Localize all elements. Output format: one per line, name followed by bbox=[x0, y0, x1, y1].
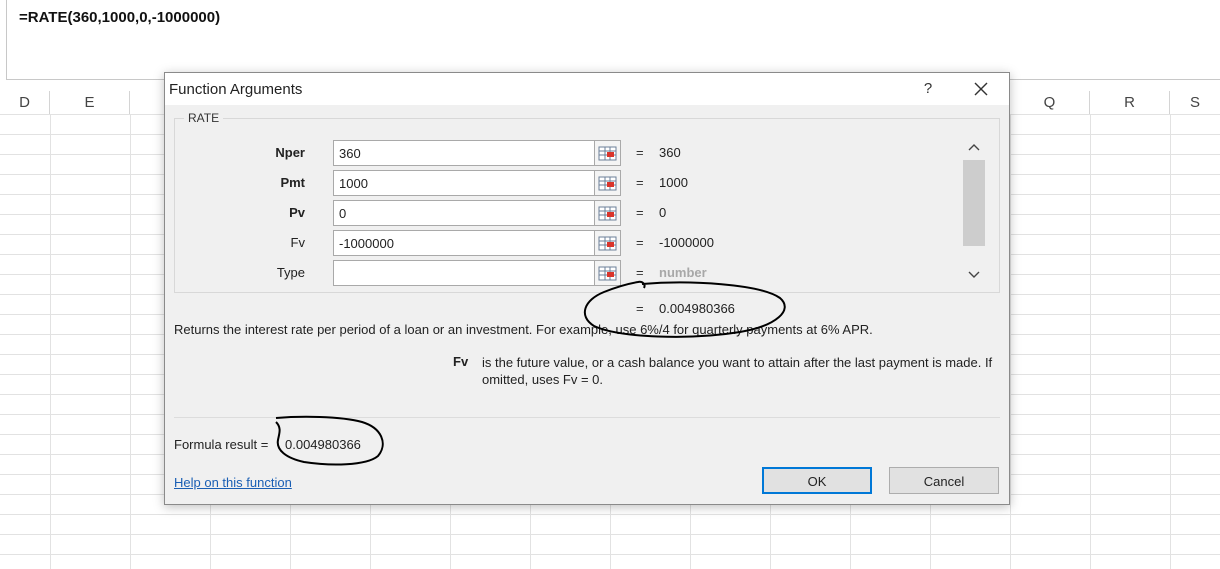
ok-button[interactable]: OK bbox=[762, 467, 872, 494]
equals-sign: = bbox=[636, 145, 644, 160]
argument-value: 360 bbox=[659, 145, 681, 160]
formula-text: =RATE(360,1000,0,-1000000) bbox=[19, 9, 221, 26]
nper-input[interactable] bbox=[333, 140, 595, 166]
range-selector-button[interactable] bbox=[595, 260, 621, 286]
column-header-q[interactable]: Q bbox=[1010, 91, 1090, 114]
grid-line bbox=[1090, 114, 1091, 569]
range-selector-icon bbox=[598, 206, 617, 221]
arguments-scrollbar[interactable] bbox=[961, 139, 987, 284]
close-icon bbox=[974, 82, 988, 96]
range-selector-icon bbox=[598, 146, 617, 161]
function-name-label: RATE bbox=[184, 111, 224, 125]
scroll-up-button[interactable] bbox=[961, 139, 987, 157]
grid-line bbox=[1170, 114, 1171, 569]
argument-label: Fv bbox=[290, 235, 305, 250]
formula-result-label: Formula result = bbox=[174, 437, 269, 452]
range-selector-button[interactable] bbox=[595, 230, 621, 256]
fv-input[interactable] bbox=[333, 230, 595, 256]
formula-bar[interactable]: =RATE(360,1000,0,-1000000) bbox=[6, 0, 1220, 80]
argument-help-name: Fv bbox=[453, 354, 469, 369]
argument-row-pmt: Pmt = 1000 bbox=[175, 170, 955, 196]
cancel-button[interactable]: Cancel bbox=[889, 467, 999, 494]
dialog-titlebar[interactable]: Function Arguments ? bbox=[165, 73, 1009, 105]
function-result-equals: = bbox=[636, 301, 644, 316]
chevron-up-icon bbox=[968, 144, 980, 151]
column-header-d[interactable]: D bbox=[0, 91, 50, 114]
range-selector-icon bbox=[598, 176, 617, 191]
argument-value: -1000000 bbox=[659, 235, 714, 250]
scroll-down-button[interactable] bbox=[961, 265, 987, 283]
argument-value: 0 bbox=[659, 205, 667, 220]
close-button[interactable] bbox=[969, 78, 993, 100]
help-button[interactable]: ? bbox=[917, 79, 939, 99]
grid-line bbox=[1010, 114, 1011, 569]
equals-sign: = bbox=[636, 175, 644, 190]
scroll-thumb[interactable] bbox=[963, 160, 985, 246]
equals-sign: = bbox=[636, 265, 644, 280]
pv-input[interactable] bbox=[333, 200, 595, 226]
argument-label: Type bbox=[276, 265, 305, 280]
function-description: Returns the interest rate per period of … bbox=[174, 322, 873, 337]
column-header-e[interactable]: E bbox=[50, 91, 130, 114]
formula-result-value: 0.004980366 bbox=[285, 437, 361, 452]
argument-value: number bbox=[659, 265, 707, 280]
divider bbox=[174, 417, 1000, 418]
range-selector-button[interactable] bbox=[595, 200, 621, 226]
arguments-group: RATE Nper = 360 Pmt bbox=[174, 111, 1000, 293]
column-header-r[interactable]: R bbox=[1090, 91, 1170, 114]
grid-line bbox=[50, 114, 51, 569]
range-selector-icon bbox=[598, 236, 617, 251]
range-selector-icon bbox=[598, 266, 617, 281]
argument-label: Pv bbox=[289, 205, 305, 220]
argument-row-nper: Nper = 360 bbox=[175, 140, 955, 166]
column-header-s[interactable]: S bbox=[1170, 91, 1220, 114]
type-input[interactable] bbox=[333, 260, 595, 286]
argument-row-fv: Fv = -1000000 bbox=[175, 230, 955, 256]
equals-sign: = bbox=[636, 205, 644, 220]
grid-line bbox=[130, 114, 131, 569]
argument-value: 1000 bbox=[659, 175, 688, 190]
range-selector-button[interactable] bbox=[595, 170, 621, 196]
chevron-down-icon bbox=[968, 271, 980, 278]
function-arguments-dialog: Function Arguments ? RATE Nper = 360 bbox=[164, 72, 1010, 505]
function-result-value: 0.004980366 bbox=[659, 301, 735, 316]
argument-label: Pmt bbox=[280, 175, 305, 190]
help-on-function-link[interactable]: Help on this function bbox=[174, 475, 292, 490]
argument-help-text: is the future value, or a cash balance y… bbox=[482, 355, 993, 387]
argument-label: Nper bbox=[275, 145, 305, 160]
argument-row-type: Type = number bbox=[175, 260, 955, 286]
equals-sign: = bbox=[636, 235, 644, 250]
pmt-input[interactable] bbox=[333, 170, 595, 196]
dialog-title: Function Arguments bbox=[169, 81, 303, 98]
range-selector-button[interactable] bbox=[595, 140, 621, 166]
argument-row-pv: Pv = 0 bbox=[175, 200, 955, 226]
